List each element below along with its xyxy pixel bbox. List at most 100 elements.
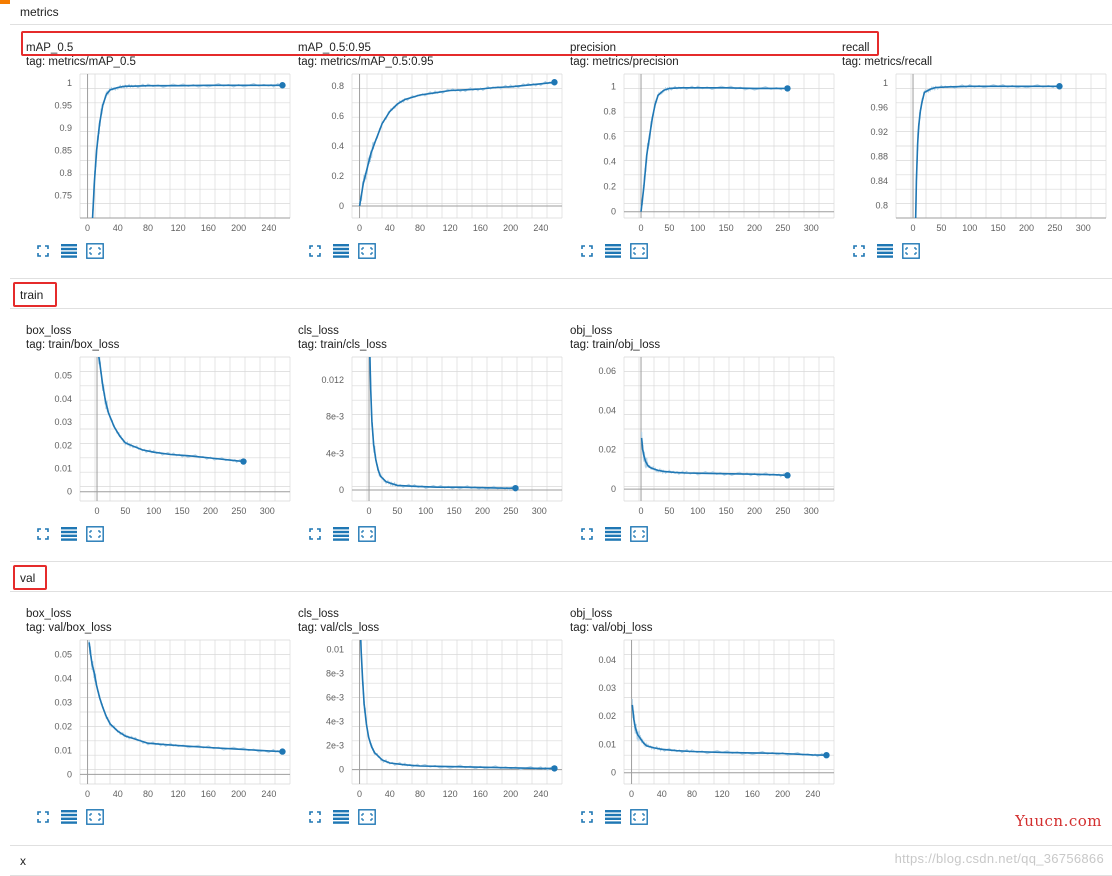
x-tick-label: 0 [629,789,634,799]
smoothed-series-line[interactable] [91,84,283,227]
line-chart[interactable]: 0 2e-3 4e-3 6e-3 8e-3 0.01 0 40 80 120 160 200 240 [282,598,563,838]
fit-to-screen-icon[interactable] [34,808,52,826]
smoothed-series-line[interactable] [914,85,1060,236]
fit-domain-icon[interactable] [86,242,104,260]
x-tick-label: 0 [95,506,100,516]
y-tick-label: 0.012 [321,375,344,385]
last-value-point[interactable] [784,85,791,92]
smoothed-series-line[interactable] [359,626,555,770]
smoothed-series-line[interactable] [88,642,283,753]
fit-domain-icon[interactable] [630,242,648,260]
section-header-val[interactable]: val [10,561,1112,592]
toggle-y-log-icon[interactable] [60,808,78,826]
section-header-train[interactable]: train [10,278,1112,309]
chart-card-metrics-precision: precision tag: metrics/precision 0 0.2 0.4 0.… [554,32,835,272]
y-tick-label: 0.8 [331,81,344,91]
fit-to-screen-icon[interactable] [34,525,52,543]
last-value-point[interactable] [512,484,519,492]
toggle-y-log-icon[interactable] [604,808,622,826]
y-tick-label: 0.4 [603,157,616,167]
y-tick-label: 0 [339,201,344,211]
last-value-point[interactable] [1056,83,1063,90]
x-tick-label: 50 [664,223,674,233]
chart-toolbar [578,808,648,826]
fit-to-screen-icon[interactable] [306,242,324,260]
x-tick-label: 120 [171,789,186,799]
y-tick-label: 0.03 [598,683,616,693]
fit-to-screen-icon[interactable] [306,525,324,543]
line-chart[interactable]: 0.75 0.8 0.85 0.9 0.95 1 0 40 80 120 160 200 240 [10,32,291,272]
x-tick-label: 0 [85,223,90,233]
fit-domain-icon[interactable] [358,242,376,260]
toggle-y-log-icon[interactable] [332,242,350,260]
fit-domain-icon[interactable] [902,242,920,260]
fit-to-screen-icon[interactable] [306,808,324,826]
y-tick-label: 0.04 [54,394,72,404]
fit-to-screen-icon[interactable] [850,242,868,260]
fit-to-screen-icon[interactable] [34,242,52,260]
fit-domain-icon[interactable] [86,808,104,826]
y-tick-label: 0.03 [54,697,72,707]
watermark-site: Yuucn.com [1015,812,1102,830]
y-tick-label: 0.6 [331,111,344,121]
x-tick-label: 50 [936,223,946,233]
fit-to-screen-icon[interactable] [578,525,596,543]
y-tick-label: 0.06 [598,366,616,376]
chart-toolbar [34,808,104,826]
toggle-y-log-icon[interactable] [604,242,622,260]
y-tick-label: 0.01 [54,745,72,755]
line-chart[interactable]: 0 0.01 0.02 0.03 0.04 0 40 80 120 160 200 240 [554,598,835,838]
smoothed-series-line[interactable] [98,352,244,463]
x-tick-label: 200 [747,506,762,516]
last-value-point[interactable] [240,458,247,465]
fit-domain-icon[interactable] [358,808,376,826]
toggle-y-log-icon[interactable] [332,808,350,826]
fit-domain-icon[interactable] [630,525,648,543]
fit-to-screen-icon[interactable] [578,808,596,826]
x-tick-label: 150 [991,223,1006,233]
x-tick-label: 250 [503,506,518,516]
toggle-y-log-icon[interactable] [876,242,894,260]
fit-domain-icon[interactable] [358,525,376,543]
last-value-point[interactable] [784,472,791,479]
y-tick-label: 0 [67,769,72,779]
y-tick-label: 0.02 [54,721,72,731]
fit-to-screen-icon[interactable] [578,242,596,260]
smoothed-series-line[interactable] [369,343,516,489]
section-header-metrics[interactable]: metrics [10,0,1112,25]
x-tick-label: 200 [747,223,762,233]
y-tick-label: 1 [67,78,72,88]
x-tick-label: 0 [639,223,644,233]
fit-domain-icon[interactable] [86,525,104,543]
y-tick-label: 1 [611,82,616,92]
y-tick-label: 0.88 [870,152,888,162]
x-tick-label: 240 [805,789,820,799]
line-chart[interactable]: 0 0.2 0.4 0.6 0.8 0 40 80 120 160 200 240 [282,32,563,272]
line-chart[interactable]: 0.8 0.84 0.88 0.92 0.96 1 0 50 100 150 200 250 300 [826,32,1107,272]
fit-domain-icon[interactable] [630,808,648,826]
x-tick-label: 40 [113,789,123,799]
line-chart[interactable]: 0 0.01 0.02 0.03 0.04 0.05 0 40 80 120 160 200 240 [10,598,291,838]
chart-toolbar [306,808,376,826]
y-tick-label: 0.01 [598,739,616,749]
toggle-y-log-icon[interactable] [332,525,350,543]
line-chart[interactable]: 0 4e-3 8e-3 0.012 0 50 100 150 200 250 300 [282,315,563,555]
y-tick-label: 0.02 [54,440,72,450]
x-tick-label: 200 [775,789,790,799]
toggle-y-log-icon[interactable] [60,525,78,543]
chart-card-train-obj-loss: obj_loss tag: train/obj_loss 0 0.02 0.04 0.06… [554,315,835,555]
x-tick-label: 160 [201,789,216,799]
toggle-y-log-icon[interactable] [60,242,78,260]
line-chart[interactable]: 0 0.02 0.04 0.06 0 50 100 150 200 250 300 [554,315,835,555]
chart-toolbar [850,242,920,260]
y-tick-label: 0.02 [598,711,616,721]
x-tick-label: 250 [1047,223,1062,233]
line-chart[interactable]: 0 0.2 0.4 0.6 0.8 1 0 50 100 150 200 250 300 [554,32,835,272]
line-chart[interactable]: 0 0.01 0.02 0.03 0.04 0.05 0 50 100 150 200 250 300 [10,315,291,555]
chart-card-val-obj-loss: obj_loss tag: val/obj_loss 0 0.01 0.02 0.03 0.… [554,598,835,838]
x-tick-label: 100 [146,506,161,516]
x-tick-label: 40 [657,789,667,799]
last-value-point[interactable] [823,752,830,759]
x-tick-label: 0 [639,506,644,516]
toggle-y-log-icon[interactable] [604,525,622,543]
